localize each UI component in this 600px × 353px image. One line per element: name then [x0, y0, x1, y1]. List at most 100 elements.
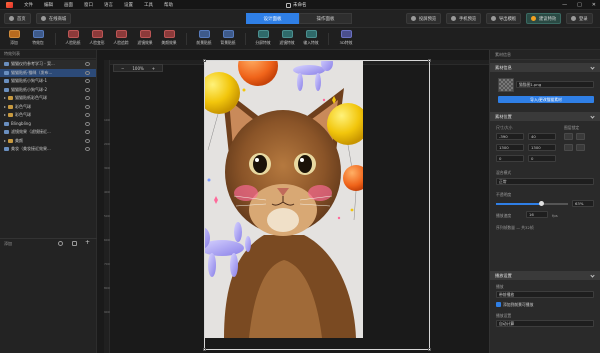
- tool-split-screen[interactable]: 分屏特效: [252, 30, 274, 48]
- expand-arrow-icon[interactable]: [4, 139, 6, 142]
- tool-foreground-sticker[interactable]: 前景贴纸: [193, 30, 215, 48]
- close-button[interactable]: ✕: [592, 2, 596, 8]
- opacity-slider-track[interactable]: [496, 201, 568, 206]
- tool-filter-effect[interactable]: 滤镜特效: [276, 30, 298, 48]
- opacity-input[interactable]: 63%: [572, 200, 594, 207]
- eye-icon[interactable]: [85, 138, 90, 143]
- tab-design-panel[interactable]: 设计面板: [246, 13, 299, 24]
- height-input[interactable]: 1300: [528, 144, 556, 151]
- position-x-input[interactable]: -390: [496, 133, 524, 140]
- resize-handle[interactable]: [428, 59, 431, 62]
- upload-material-button[interactable]: 导入/更改猫猫素材: [498, 96, 594, 103]
- image-icon: [4, 87, 9, 92]
- image-icon: [4, 70, 9, 75]
- home-button[interactable]: 首页: [4, 13, 31, 24]
- fps-input[interactable]: 16: [526, 211, 548, 218]
- login-button[interactable]: 登录: [566, 13, 593, 24]
- menu-view[interactable]: 画面: [64, 2, 73, 8]
- expand-arrow-icon[interactable]: [4, 97, 6, 100]
- eye-icon[interactable]: [85, 104, 90, 109]
- online-store-button[interactable]: 在线商城: [36, 13, 72, 24]
- resize-handle[interactable]: [203, 59, 206, 62]
- material-section-header[interactable]: 素材信息: [490, 63, 600, 72]
- add-layer-icon[interactable]: +: [85, 239, 90, 246]
- start-select[interactable]: 自动计算: [496, 320, 594, 327]
- expand-arrow-icon[interactable]: [4, 114, 6, 117]
- zoom-level[interactable]: 100%: [132, 66, 143, 71]
- tool-background-sticker[interactable]: 背景贴纸: [217, 30, 239, 48]
- export-template-button[interactable]: 导出模板: [486, 13, 522, 24]
- layer-group[interactable]: 彩色气球: [0, 111, 96, 120]
- zoom-out-button[interactable]: −: [121, 66, 124, 71]
- tool-add[interactable]: 添加: [3, 30, 25, 48]
- minimize-button[interactable]: —: [562, 2, 567, 8]
- title-bar: 文件 编辑 画面 窗口 语言 设置 工具 帮助 未命名 — □ ✕: [0, 0, 600, 10]
- face-sticker-icon: [67, 30, 79, 38]
- layer-group[interactable]: 美颜: [0, 137, 96, 146]
- tool-effect-pack[interactable]: 特效包: [27, 30, 49, 48]
- menu-tools[interactable]: 工具: [144, 2, 153, 8]
- tool-face-track[interactable]: 人脸追踪: [110, 30, 132, 48]
- help-icon[interactable]: [58, 241, 63, 246]
- tool-beauty[interactable]: 美颜效果: [158, 30, 180, 48]
- eye-icon[interactable]: [85, 87, 90, 92]
- tab-operate-panel[interactable]: 操作面板: [299, 13, 352, 24]
- resize-handle[interactable]: [203, 348, 206, 351]
- selection-box[interactable]: [203, 59, 431, 351]
- playback-select[interactable]: 带前播放: [496, 291, 594, 298]
- playback-section-header[interactable]: 播放设置: [490, 271, 600, 280]
- foreground-checkbox[interactable]: [496, 302, 501, 307]
- eye-icon[interactable]: [85, 62, 90, 66]
- expand-arrow-icon[interactable]: [4, 105, 6, 108]
- menu-window[interactable]: 窗口: [84, 2, 93, 8]
- layer-item[interactable]: 猫猫仪约参考学习 - 案...: [0, 60, 96, 69]
- zoom-in-button[interactable]: +: [152, 66, 155, 71]
- eye-icon[interactable]: [85, 121, 90, 126]
- layer-item[interactable]: 美妆（美妆接近效果...: [0, 145, 96, 154]
- resize-handle[interactable]: [428, 348, 431, 351]
- tool-filter[interactable]: 滤镜效果: [134, 30, 156, 48]
- opacity-slider-handle[interactable]: [538, 201, 544, 206]
- rotation-input[interactable]: 0: [496, 155, 524, 162]
- eye-icon[interactable]: [85, 113, 90, 117]
- tool-input-effect[interactable]: 输入特效: [300, 30, 322, 48]
- menu-settings[interactable]: 设置: [124, 2, 133, 8]
- phone-preview-button[interactable]: 手机预览: [446, 13, 482, 24]
- position-y-input[interactable]: 40: [528, 133, 556, 140]
- align-left-button[interactable]: [564, 144, 573, 151]
- align-right-button[interactable]: [576, 144, 585, 151]
- folder-icon: [8, 138, 13, 143]
- eye-icon[interactable]: [85, 147, 90, 151]
- file-name-field[interactable]: 猫猫图1.png: [516, 81, 594, 88]
- layer-panel: 特效列表 猫猫仪约参考学习 - 案... 猫猫贴纸-猫咪（发布... 猫猫贴纸小…: [0, 50, 97, 353]
- tool-face-deform[interactable]: 人脸变形: [86, 30, 108, 48]
- image-icon: [4, 121, 9, 126]
- eye-icon[interactable]: [85, 79, 90, 83]
- layer-item[interactable]: 猫猫贴纸小狗气球-1: [0, 77, 96, 86]
- layer-item-selected[interactable]: 猫猫贴纸-猫咪（发布...: [0, 68, 96, 77]
- tool-face-sticker[interactable]: 人脸贴纸: [62, 30, 84, 48]
- maximize-button[interactable]: □: [577, 2, 582, 8]
- rotation-offset-input[interactable]: 0: [528, 155, 556, 162]
- tool-3d-effect[interactable]: 3D特效: [335, 30, 357, 48]
- menu-file[interactable]: 文件: [24, 2, 33, 8]
- eye-icon[interactable]: [85, 130, 90, 134]
- layer-item[interactable]: Blingbling: [0, 120, 96, 129]
- lock-ratio-button[interactable]: [564, 133, 573, 140]
- vip-effects-button[interactable]: 建议特效: [526, 13, 562, 24]
- width-input[interactable]: 1300: [496, 144, 524, 151]
- blend-mode-select[interactable]: 正常: [496, 178, 594, 185]
- layer-item[interactable]: 滤镜效果（滤镜接近...: [0, 128, 96, 137]
- layer-item[interactable]: 猫猫贴纸小狗气球-2: [0, 86, 96, 95]
- menu-help[interactable]: 帮助: [164, 2, 173, 8]
- menu-edit[interactable]: 编辑: [44, 2, 53, 8]
- eye-icon[interactable]: [85, 96, 90, 100]
- live-preview-button[interactable]: 投屏预览: [406, 13, 442, 24]
- position-section-header[interactable]: 素材位置: [490, 112, 600, 121]
- layer-group[interactable]: 彩色气球: [0, 103, 96, 112]
- flip-button[interactable]: [576, 133, 585, 140]
- menu-language[interactable]: 语言: [104, 2, 113, 8]
- layer-group[interactable]: 猫猫贴纸彩色气球: [0, 94, 96, 103]
- eye-icon[interactable]: [85, 70, 90, 75]
- duplicate-icon[interactable]: [72, 241, 77, 246]
